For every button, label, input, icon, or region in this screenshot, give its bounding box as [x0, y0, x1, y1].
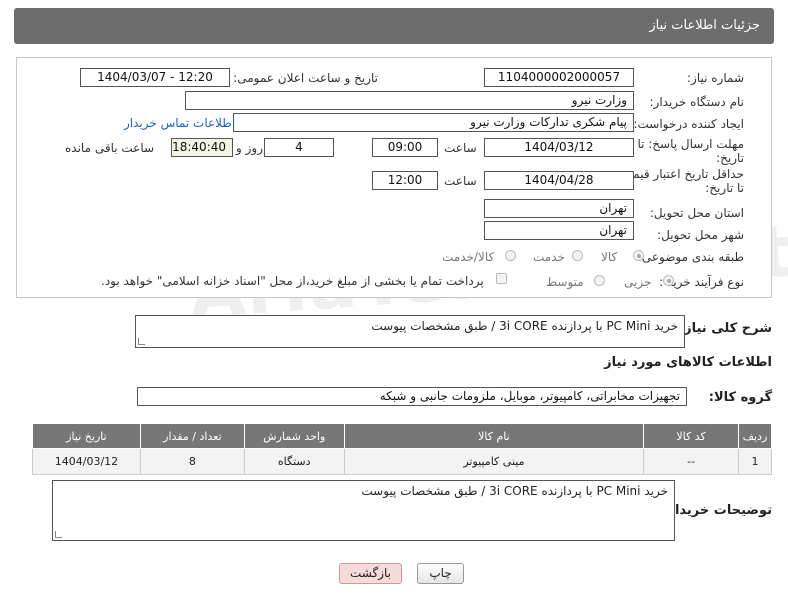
category-service-label: خدمت — [533, 250, 565, 264]
city-field[interactable]: تهران — [484, 221, 634, 240]
need-description-text: خرید PC Mini با پردازنده 3i CORE / طبق م… — [371, 319, 678, 333]
deadline-time-field[interactable]: 09:00 — [372, 138, 438, 157]
category-goods-label: کالا — [601, 250, 618, 264]
price-validity-label-2: تا تاریخ: — [705, 181, 744, 195]
need-description-label: شرح کلی نیاز: — [678, 321, 772, 336]
col-unit: واحد شمارش — [243, 423, 345, 449]
category-both-label: کالا/خدمت — [442, 250, 495, 264]
resize-handle-icon[interactable] — [138, 338, 145, 345]
process-minor-label: جزیی — [624, 275, 652, 289]
cell-code: -- — [643, 448, 740, 475]
deadline-date-field[interactable]: 1404/03/12 — [484, 138, 634, 157]
need-number-label: شماره نیاز: — [687, 71, 744, 85]
col-quantity: تعداد / مقدار — [139, 423, 245, 449]
deadline-label: مهلت ارسال پاسخ: تا — [637, 137, 744, 151]
announce-label: تاریخ و ساعت اعلان عمومی: — [233, 71, 378, 85]
price-time-label: ساعت — [444, 174, 477, 188]
category-service-radio[interactable] — [572, 250, 583, 261]
goods-group-label: گروه کالا: — [708, 390, 772, 405]
days-label: روز و — [236, 141, 263, 155]
process-minor-radio[interactable] — [663, 275, 674, 286]
cell-quantity: 8 — [139, 448, 245, 475]
goods-table: ردیف کد کالا نام کالا واحد شمارش تعداد /… — [32, 423, 772, 475]
cell-name: مینی کامپیوتر — [343, 448, 645, 475]
remaining-time-field[interactable]: 18:40:40 — [171, 138, 233, 157]
need-description-textarea[interactable]: خرید PC Mini با پردازنده 3i CORE / طبق م… — [135, 315, 685, 348]
back-button[interactable]: بازگشت — [339, 563, 402, 584]
city-label: شهر محل تحویل: — [657, 228, 744, 242]
need-number-field[interactable]: 1104000002000057 — [484, 68, 634, 87]
creator-field[interactable]: پیام شکری تدارکات وزارت نیرو — [233, 113, 634, 132]
cell-row: 1 — [738, 448, 772, 475]
buyer-label: نام دستگاه خریدار: — [649, 95, 745, 109]
buyer-field[interactable]: وزارت نیرو — [185, 91, 634, 110]
process-medium-label: متوسط — [546, 275, 584, 289]
buyer-notes-label: توضیحات خریدار: — [662, 503, 772, 518]
col-row: ردیف — [738, 423, 772, 449]
price-time-field[interactable]: 12:00 — [372, 171, 438, 190]
province-field[interactable]: تهران — [484, 199, 634, 218]
announce-field[interactable]: 1404/03/07 - 12:20 — [80, 68, 230, 87]
deadline-label-2: تاریخ: — [716, 151, 744, 165]
price-date-field[interactable]: 1404/04/28 — [484, 171, 634, 190]
col-name: نام کالا — [343, 423, 645, 449]
category-label: طبقه بندی موضوعی: — [637, 250, 744, 264]
process-medium-radio[interactable] — [594, 275, 605, 286]
creator-label: ایجاد کننده درخواست: — [633, 117, 744, 131]
category-both-radio[interactable] — [505, 250, 516, 261]
category-goods-radio[interactable] — [633, 250, 644, 261]
deadline-time-label: ساعت — [444, 141, 477, 155]
buyer-notes-text: خرید PC Mini با پردازنده 3i CORE / طبق م… — [361, 484, 668, 498]
cell-unit: دستگاه — [243, 448, 345, 475]
treasury-payment-note: پرداخت تمام یا بخشی از مبلغ خرید،از محل … — [101, 274, 484, 288]
table-row: 1 -- مینی کامپیوتر دستگاه 8 1404/03/12 — [32, 448, 772, 475]
cell-need-date: 1404/03/12 — [32, 448, 141, 475]
print-button[interactable]: چاپ — [417, 563, 464, 584]
price-validity-label: حداقل تاریخ اعتبار قیمت: — [617, 167, 744, 181]
remaining-label: ساعت باقی مانده — [65, 141, 155, 155]
goods-group-field[interactable]: تجهیزات مخابراتی، کامپیوتر، موبایل، ملزو… — [137, 387, 687, 406]
col-need-date: تاریخ نیاز — [32, 423, 141, 449]
buyer-contact-link[interactable]: اطلاعات تماس خریدار — [124, 116, 235, 130]
province-label: استان محل تحویل: — [649, 206, 744, 220]
page-title: جزئیات اطلاعات نیاز — [649, 18, 760, 33]
page-header: جزئیات اطلاعات نیاز — [14, 8, 774, 44]
treasury-payment-checkbox[interactable] — [496, 273, 507, 284]
days-remaining-field[interactable]: 4 — [264, 138, 334, 157]
buyer-notes-textarea[interactable]: خرید PC Mini با پردازنده 3i CORE / طبق م… — [52, 480, 675, 541]
goods-section-title: اطلاعات کالاهای مورد نیاز — [604, 355, 772, 370]
col-code: کد کالا — [643, 423, 740, 449]
resize-handle-icon[interactable] — [55, 531, 62, 538]
